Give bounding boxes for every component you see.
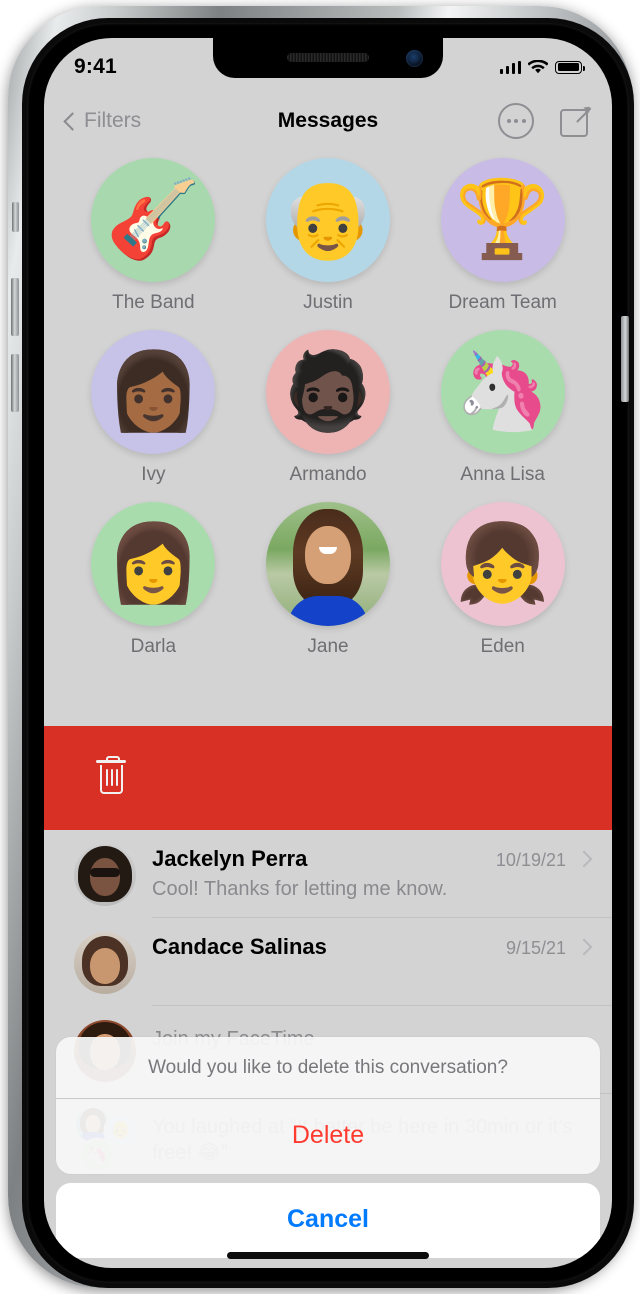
dot (521, 119, 526, 123)
volume-up-button[interactable] (11, 278, 19, 336)
pinned-conversation-label: Ivy (141, 464, 166, 485)
compose-icon[interactable] (560, 103, 593, 137)
status-time: 9:41 (74, 55, 117, 78)
chevron-right-icon (575, 850, 593, 868)
pinned-conversation-the-band[interactable]: 🎸 The Band (66, 158, 241, 314)
avatar: 🏆 (440, 158, 565, 282)
pinned-conversation-anna-lisa[interactable]: 🦄 Anna Lisa (415, 330, 590, 486)
avatar: 🦄 (440, 330, 565, 454)
trash-icon (96, 755, 126, 796)
pinned-conversation-label: Darla (130, 636, 177, 657)
phone-screen: 9:41 Filters Messages 🎸 The Band 👴 Justi… (44, 38, 612, 1268)
pinned-conversation-justin[interactable]: 👴 Justin (241, 158, 416, 314)
conversation-header: Candace Salinas 9/15/21 (152, 934, 593, 960)
volume-down-button[interactable] (11, 354, 19, 412)
earpiece-speaker (287, 53, 369, 62)
battery-full-icon (555, 60, 585, 74)
conversation-content: Candace Salinas 9/15/21 (152, 932, 593, 964)
home-indicator[interactable] (227, 1252, 429, 1259)
dot (514, 119, 518, 123)
contact-name: Candace Salinas (152, 934, 327, 959)
navigation-bar: Filters Messages (44, 90, 612, 152)
chevron-left-icon (63, 111, 82, 131)
status-indicators (499, 59, 585, 75)
avatar: 👧 (440, 502, 565, 626)
swipe-delete-action-row[interactable] (44, 726, 612, 830)
trash-can (99, 765, 123, 794)
sheet-message: Would you like to delete this conversati… (56, 1037, 600, 1099)
pinned-conversation-armando[interactable]: 🧔🏿 Armando (241, 330, 416, 486)
dot (506, 119, 511, 123)
power-side-button[interactable] (621, 316, 629, 402)
avatar (74, 844, 136, 906)
avatar: 👩🏾 (91, 330, 216, 454)
pinned-conversation-dream-team[interactable]: 🏆 Dream Team (415, 158, 590, 314)
pinned-conversation-jane[interactable]: Jane (241, 502, 416, 658)
pinned-conversation-label: Armando (289, 464, 367, 485)
delete-button[interactable]: Delete (56, 1099, 600, 1174)
message-preview: Cool! Thanks for letting me know. (152, 878, 448, 900)
pinned-conversation-ivy[interactable]: 👩🏾 Ivy (66, 330, 241, 486)
back-to-filters-button[interactable]: Filters (63, 109, 142, 133)
front-camera-icon (406, 50, 423, 67)
avatar: 🎸 (91, 158, 216, 282)
pinned-conversation-darla[interactable]: 👩 Darla (66, 502, 241, 658)
pinned-conversation-label: Justin (303, 292, 353, 313)
contact-name: Jackelyn Perra (152, 846, 308, 871)
avatar: 👴 (265, 158, 390, 282)
silent-switch-button[interactable] (12, 202, 19, 232)
cancel-button[interactable]: Cancel (56, 1183, 600, 1258)
action-sheet-container: Would you like to delete this conversati… (44, 1037, 612, 1268)
avatar: 🧔🏿 (265, 330, 390, 454)
phone-hardware-frame: 9:41 Filters Messages 🎸 The Band 👴 Justi… (8, 6, 634, 1288)
avatar: 👩 (91, 502, 216, 626)
avatar (265, 502, 390, 626)
pinned-conversation-label: Dream Team (448, 292, 557, 313)
chevron-right-icon (575, 938, 593, 956)
pinned-conversations-grid: 🎸 The Band 👴 Justin 🏆 Dream Team 👩🏾 Ivy 🧔🏿 Armand… (44, 158, 612, 658)
trash-lid (96, 760, 126, 764)
message-date: 9/15/21 (505, 938, 566, 958)
table-row[interactable]: Jackelyn Perra 10/19/21 Cool! Thanks for… (44, 830, 612, 918)
back-button-label: Filters (84, 109, 142, 132)
pinned-conversation-label: The Band (112, 292, 195, 313)
cellular-bars-icon (499, 60, 521, 74)
table-row[interactable]: Candace Salinas 9/15/21 (44, 918, 612, 1006)
avatar (74, 932, 136, 994)
message-date: 10/19/21 (495, 850, 566, 870)
pinned-conversation-label: Anna Lisa (460, 464, 545, 485)
conversation-content: Jackelyn Perra 10/19/21 Cool! Thanks for… (152, 844, 593, 902)
conversation-header: Jackelyn Perra 10/19/21 (152, 846, 593, 872)
nav-actions (498, 103, 593, 139)
delete-confirmation-sheet: Would you like to delete this conversati… (56, 1037, 600, 1174)
notch (213, 38, 443, 78)
more-circle-icon[interactable] (498, 103, 534, 139)
pinned-conversation-eden[interactable]: 👧 Eden (415, 502, 590, 658)
pinned-conversation-label: Eden (480, 636, 525, 657)
pinned-conversation-label: Jane (307, 636, 349, 657)
wifi-icon (528, 59, 548, 73)
